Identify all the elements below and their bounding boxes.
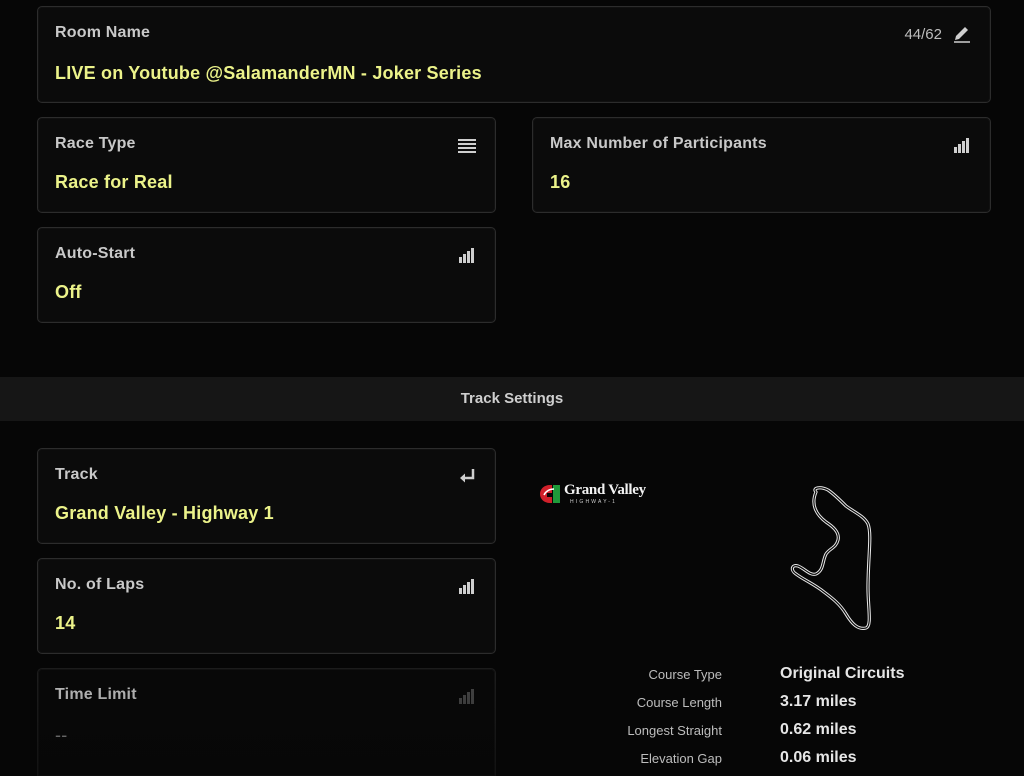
elevation-gap-value: 0.06 miles [780,749,857,766]
track-map [790,486,872,630]
signal-bars-icon [457,577,477,595]
section-title: Track Settings [460,390,564,407]
signal-bars-icon [457,246,477,264]
max-participants-value: 16 [550,172,571,192]
auto-start-label: Auto-Start [55,245,136,262]
track-value: Grand Valley - Highway 1 [55,503,274,523]
course-type-row: Course Type Original Circuits [560,665,960,689]
race-type-value: Race for Real [55,172,173,192]
logo-subtext: HIGHWAY-1 [570,499,618,505]
laps-field[interactable]: No. of Laps 14 [37,558,496,654]
list-icon [457,136,477,154]
track-logo: Grand Valley HIGHWAY-1 [536,480,666,510]
race-type-label: Race Type [55,135,136,152]
laps-label: No. of Laps [55,576,145,593]
track-settings-header: Track Settings [0,377,1024,421]
race-type-field[interactable]: Race Type Race for Real [37,117,496,213]
return-arrow-icon [457,467,477,485]
course-type-label: Course Type [648,667,722,682]
time-limit-label: Time Limit [55,686,137,703]
pencil-icon[interactable] [952,25,972,43]
elevation-gap-row: Elevation Gap 0.06 miles [560,749,960,773]
logo-mark-icon [540,485,560,503]
longest-straight-label: Longest Straight [627,723,722,738]
track-field[interactable]: Track Grand Valley - Highway 1 [37,448,496,544]
course-length-row: Course Length 3.17 miles [560,693,960,717]
course-length-value: 3.17 miles [780,693,857,710]
time-limit-value: -- [55,725,68,745]
auto-start-field[interactable]: Auto-Start Off [37,227,496,323]
elevation-gap-label: Elevation Gap [640,751,722,766]
logo-text: Grand Valley [564,482,646,498]
track-label: Track [55,466,98,483]
max-participants-field[interactable]: Max Number of Participants 16 [532,117,991,213]
laps-value: 14 [55,613,76,633]
auto-start-value: Off [55,282,82,302]
room-name-field[interactable]: Room Name 44/62 LIVE on Youtube @Salaman… [37,6,991,103]
room-name-char-count: 44/62 [904,26,942,43]
time-limit-field: Time Limit -- [37,668,496,776]
signal-bars-icon [952,136,972,154]
course-length-label: Course Length [636,695,722,710]
signal-bars-icon [457,687,477,705]
room-name-label: Room Name [55,24,151,41]
room-name-value: LIVE on Youtube @SalamanderMN - Joker Se… [55,63,482,83]
longest-straight-value: 0.62 miles [780,721,857,738]
longest-straight-row: Longest Straight 0.62 miles [560,721,960,745]
max-participants-label: Max Number of Participants [550,135,767,152]
course-type-value: Original Circuits [780,665,905,682]
